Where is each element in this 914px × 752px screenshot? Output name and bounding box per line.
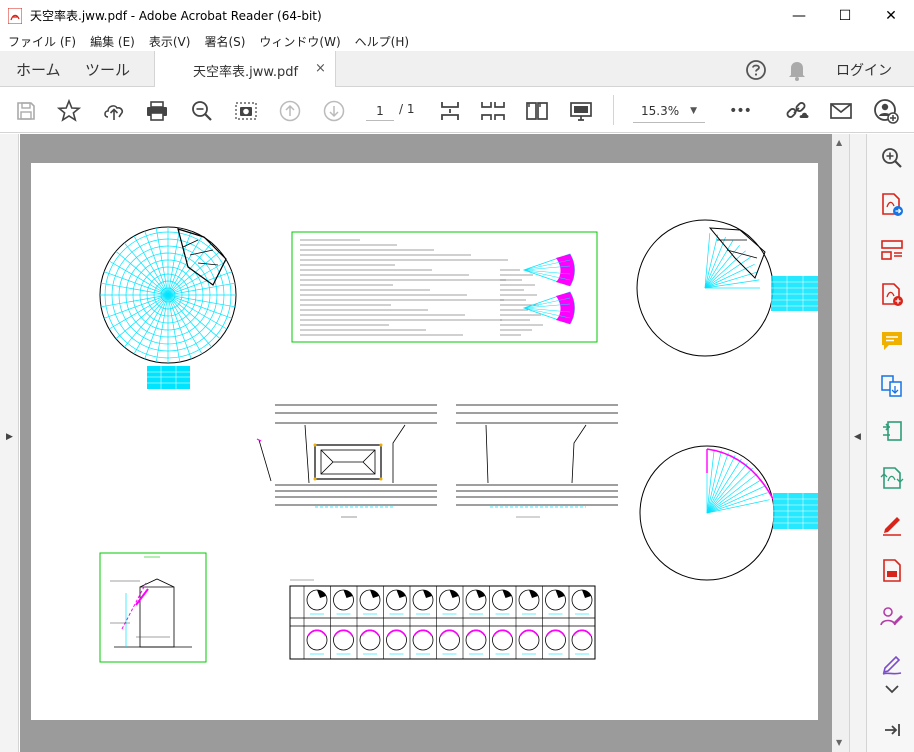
login-link[interactable]: ログイン: [836, 60, 892, 80]
right-panel-toggle[interactable]: ◀: [849, 134, 866, 752]
print-icon[interactable]: [144, 98, 170, 124]
scroll-down-icon[interactable]: ▼: [836, 738, 842, 747]
window-title: 天空率表.jww.pdf - Adobe Acrobat Reader (64-…: [30, 9, 322, 23]
elevation-left: [256, 404, 437, 518]
cloud-upload-icon[interactable]: [101, 98, 127, 124]
menu-window[interactable]: ウィンドウ(W): [259, 33, 340, 50]
sky-circles-grid-table: [289, 579, 596, 660]
tab-bar: ホーム ツール 天空率表.jww.pdf × ログイン: [0, 51, 914, 88]
scroll-up-icon[interactable]: ▲: [836, 138, 842, 147]
collapse-panel-icon[interactable]: [879, 717, 905, 743]
sky-table-top-right: [771, 276, 818, 311]
mail-icon[interactable]: [828, 98, 854, 124]
notes-block: [291, 231, 598, 343]
page-number-input[interactable]: 1: [366, 101, 394, 121]
tab-document[interactable]: 天空率表.jww.pdf ×: [154, 51, 336, 88]
star-icon[interactable]: [56, 98, 82, 124]
zoom-value: 15.3%: [641, 104, 680, 118]
share-link-icon[interactable]: [784, 98, 810, 124]
fit-width-icon[interactable]: [480, 98, 506, 124]
minimize-button[interactable]: —: [776, 0, 822, 31]
next-page-icon[interactable]: [321, 98, 347, 124]
sky-chart-legend-table: [147, 366, 190, 389]
prev-page-icon[interactable]: [277, 98, 303, 124]
fill-sign-icon[interactable]: [879, 511, 905, 537]
section-diagram: [99, 552, 207, 663]
create-pdf-icon[interactable]: [879, 282, 905, 308]
page-total: / 1: [399, 102, 415, 116]
menu-view[interactable]: 表示(V): [149, 33, 191, 50]
fit-page-icon[interactable]: [437, 98, 463, 124]
tab-home[interactable]: ホーム: [16, 59, 61, 80]
zoom-dropdown[interactable]: 15.3% ▼: [633, 101, 705, 123]
close-tab-button[interactable]: ×: [315, 61, 326, 76]
menu-help[interactable]: ヘルプ(H): [355, 33, 409, 50]
menu-bar: ファイル (F) 編集 (E) 表示(V) 署名(S) ウィンドウ(W) ヘルプ…: [0, 31, 914, 51]
tab-tools[interactable]: ツール: [85, 59, 130, 80]
sign-icon[interactable]: [879, 651, 905, 677]
request-signature-icon[interactable]: [879, 604, 905, 630]
pdf-page: [31, 163, 818, 720]
add-user-icon[interactable]: [873, 98, 899, 124]
chevron-down-icon: ▼: [690, 106, 697, 116]
vertical-scrollbar[interactable]: ▲ ▼: [832, 134, 849, 752]
export-pdf-icon[interactable]: [879, 192, 905, 218]
snapshot-icon[interactable]: [233, 98, 259, 124]
organize-pages-icon[interactable]: [879, 237, 905, 263]
chevron-left-icon: ◀: [854, 432, 861, 442]
help-icon[interactable]: [745, 59, 767, 81]
save-icon[interactable]: [13, 98, 39, 124]
bell-icon[interactable]: [787, 59, 807, 81]
read-mode-icon[interactable]: [568, 98, 594, 124]
left-panel-toggle[interactable]: ▶: [0, 134, 19, 752]
toolbar: 1 / 1 15.3% ▼ •••: [0, 87, 914, 133]
menu-edit[interactable]: 編集 (E): [90, 33, 135, 50]
two-page-icon[interactable]: [524, 98, 550, 124]
convert-icon[interactable]: [879, 465, 905, 491]
menu-sign[interactable]: 署名(S): [204, 33, 245, 50]
right-tools-panel: [866, 134, 914, 752]
document-tab-label: 天空率表.jww.pdf: [193, 65, 299, 80]
toolbar-divider: [613, 95, 614, 125]
sky-chart-polar-grid: [99, 226, 237, 364]
chevron-right-icon: ▶: [6, 432, 13, 442]
menu-file[interactable]: ファイル (F): [8, 33, 76, 50]
more-tools-icon[interactable]: •••: [727, 98, 753, 124]
expand-icon[interactable]: [879, 680, 905, 698]
title-bar: 天空率表.jww.pdf - Adobe Acrobat Reader (64-…: [0, 0, 914, 31]
acrobat-app-icon: [8, 8, 22, 24]
zoom-in-icon[interactable]: [879, 145, 905, 171]
zoom-search-icon[interactable]: [189, 98, 215, 124]
elevation-right: [456, 404, 618, 518]
scan-icon[interactable]: [879, 558, 905, 584]
sky-circle-top-right: [636, 219, 774, 357]
sky-circle-magenta: [639, 445, 775, 581]
maximize-button[interactable]: ☐: [822, 0, 868, 31]
combine-files-icon[interactable]: [879, 374, 905, 400]
compress-icon[interactable]: [879, 419, 905, 445]
comment-icon[interactable]: [879, 328, 905, 354]
sky-table-mid-right: [773, 493, 818, 529]
close-window-button[interactable]: ✕: [868, 0, 914, 31]
